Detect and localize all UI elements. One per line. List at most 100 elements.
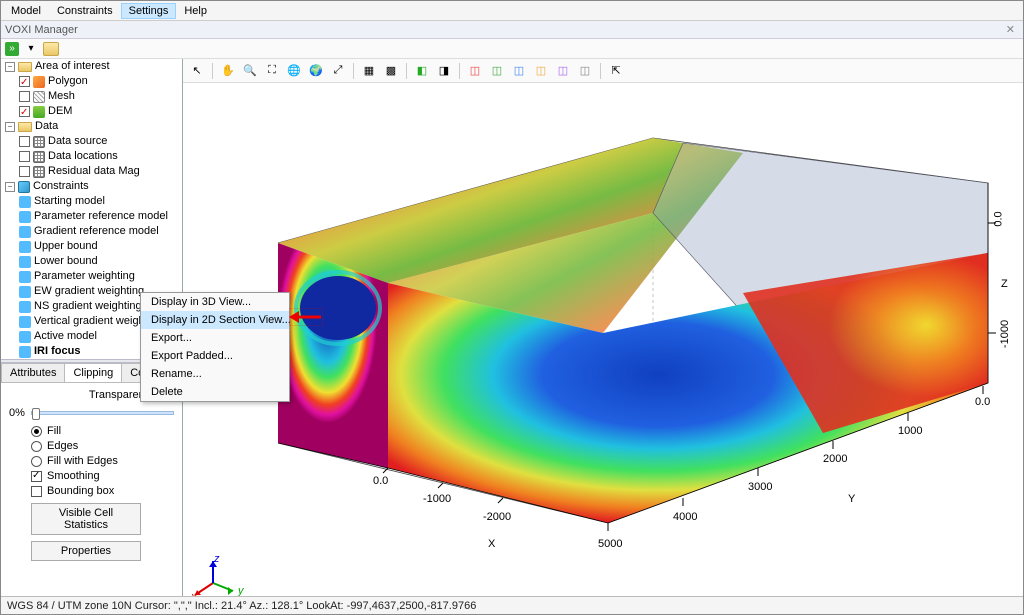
checkbox-icon (31, 486, 42, 497)
tab-attributes[interactable]: Attributes (1, 363, 65, 382)
folder-icon (18, 122, 32, 132)
tree-item[interactable]: Residual data Mag (48, 164, 140, 179)
tree-item[interactable]: EW gradient weighting (34, 284, 144, 299)
radio-icon (31, 441, 42, 452)
tree-item[interactable]: Upper bound (34, 239, 98, 254)
ctx-export[interactable]: Export... (141, 329, 289, 347)
pointer-icon[interactable]: ↖ (187, 61, 207, 81)
checkbox[interactable] (19, 136, 30, 147)
tree-data[interactable]: Data (35, 119, 58, 134)
ctx-rename[interactable]: Rename... (141, 365, 289, 383)
slice-icon[interactable]: ◫ (487, 61, 507, 81)
panel-header: VOXI Manager ✕ (1, 21, 1023, 39)
ctx-display-2d-section[interactable]: Display in 2D Section View... (141, 311, 289, 329)
slice-icon[interactable]: ◫ (575, 61, 595, 81)
ctx-export-padded[interactable]: Export Padded... (141, 347, 289, 365)
globe-icon[interactable]: 🌐 (284, 61, 304, 81)
hand-icon[interactable]: ✋ (218, 61, 238, 81)
tree-item[interactable]: Data locations (48, 149, 118, 164)
zoom-area-icon[interactable]: ⛶ (262, 61, 282, 81)
z-axis-label: Z (1001, 278, 1008, 290)
tree-item[interactable]: Parameter reference model (34, 209, 168, 224)
radio-fill-edges[interactable]: Fill with Edges (31, 455, 174, 467)
properties-button[interactable]: Properties (31, 541, 141, 561)
context-menu: Display in 3D View... Display in 2D Sect… (140, 292, 290, 402)
cube-wire-icon[interactable]: ◨ (434, 61, 454, 81)
menu-help[interactable]: Help (176, 3, 215, 19)
3d-toolbar: ↖ ✋ 🔍 ⛶ 🌐 🌍 ⤢ ▦ ▩ ◧ ◨ ◫ ◫ ◫ ◫ ◫ ◫ (183, 59, 1023, 83)
slice-icon[interactable]: ◫ (553, 61, 573, 81)
model-icon (19, 256, 31, 268)
transparency-slider[interactable] (31, 411, 174, 415)
fit-icon[interactable]: ⤢ (328, 61, 348, 81)
checkbox-bbox[interactable]: Bounding box (31, 485, 174, 497)
checkbox-icon (31, 471, 42, 482)
x-tick: 0.0 (373, 475, 388, 487)
y-tick: 2000 (823, 453, 847, 465)
y-tick: 0.0 (975, 396, 990, 408)
menu-constraints[interactable]: Constraints (49, 3, 121, 19)
ctx-display-3d[interactable]: Display in 3D View... (141, 293, 289, 311)
tree-item-iri-focus[interactable]: IRI focus (34, 344, 80, 359)
checkbox[interactable] (19, 166, 30, 177)
slice-icon[interactable]: ◫ (531, 61, 551, 81)
model-icon (19, 331, 31, 343)
tree-item[interactable]: Starting model (34, 194, 105, 209)
y-tick: 1000 (898, 425, 922, 437)
globe2-icon[interactable]: 🌍 (306, 61, 326, 81)
slice-icon[interactable]: ◫ (465, 61, 485, 81)
tree-item-mesh[interactable]: Mesh (48, 89, 75, 104)
menu-model[interactable]: Model (3, 3, 49, 19)
grid-icon (33, 166, 45, 178)
twisty-icon[interactable]: − (5, 62, 15, 72)
panel-close-icon[interactable]: ✕ (1002, 23, 1019, 36)
tab-clipping[interactable]: Clipping (64, 363, 122, 382)
checkbox-dem[interactable] (19, 106, 30, 117)
3d-canvas[interactable]: Z 0.0 -1000 Y 5000 4000 3000 2000 1000 0… (183, 83, 1023, 596)
tree-item[interactable]: Parameter weighting (34, 269, 135, 284)
tree-constraints[interactable]: Constraints (33, 179, 89, 194)
model-icon (19, 211, 31, 223)
tree-item[interactable]: Data source (48, 134, 107, 149)
status-text: WGS 84 / UTM zone 10N Cursor: ","," Incl… (7, 600, 476, 612)
triad-x: x (191, 591, 197, 596)
open-folder-icon[interactable] (43, 42, 59, 56)
model-icon (19, 316, 31, 328)
tree-item[interactable]: Gradient reference model (34, 224, 159, 239)
triad-z: z (214, 553, 220, 565)
radio-edges[interactable]: Edges (31, 440, 174, 452)
radio-icon (31, 456, 42, 467)
tree-item-dem[interactable]: DEM (48, 104, 72, 119)
ctx-delete[interactable]: Delete (141, 383, 289, 401)
tab-body-clipping: Transparency: 0 0% Fill Edges Fill with … (1, 383, 182, 596)
menu-settings[interactable]: Settings (121, 3, 177, 19)
panel-title: VOXI Manager (5, 24, 78, 36)
y-tick: 4000 (673, 511, 697, 523)
visible-cell-stats-button[interactable]: Visible Cell Statistics (31, 503, 141, 535)
status-bar: WGS 84 / UTM zone 10N Cursor: ","," Incl… (1, 596, 1023, 614)
slice-icon[interactable]: ◫ (509, 61, 529, 81)
tree-item[interactable]: Active model (34, 329, 97, 344)
cube-green-icon[interactable]: ◧ (412, 61, 432, 81)
run-icon[interactable]: » (5, 42, 19, 56)
polygon-icon (33, 76, 45, 88)
zoom-icon[interactable]: 🔍 (240, 61, 260, 81)
layer2-icon[interactable]: ▩ (381, 61, 401, 81)
tree-item[interactable]: Lower bound (34, 254, 98, 269)
twisty-icon[interactable]: − (5, 122, 15, 132)
dropdown-icon[interactable]: ▾ (23, 41, 39, 57)
tree-aoi[interactable]: Area of interest (35, 59, 110, 74)
checkbox-polygon[interactable] (19, 76, 30, 87)
dem-icon (33, 106, 45, 118)
checkbox[interactable] (19, 151, 30, 162)
checkbox-smoothing[interactable]: Smoothing (31, 470, 174, 482)
twisty-icon[interactable]: − (5, 182, 15, 192)
layer-icon[interactable]: ▦ (359, 61, 379, 81)
export-icon[interactable]: ⇱ (606, 61, 626, 81)
tree-item[interactable]: NS gradient weighting (34, 299, 142, 314)
radio-fill[interactable]: Fill (31, 425, 174, 437)
grid-icon (33, 136, 45, 148)
folder-icon (18, 62, 32, 72)
checkbox-mesh[interactable] (19, 91, 30, 102)
tree-item-polygon[interactable]: Polygon (48, 74, 88, 89)
